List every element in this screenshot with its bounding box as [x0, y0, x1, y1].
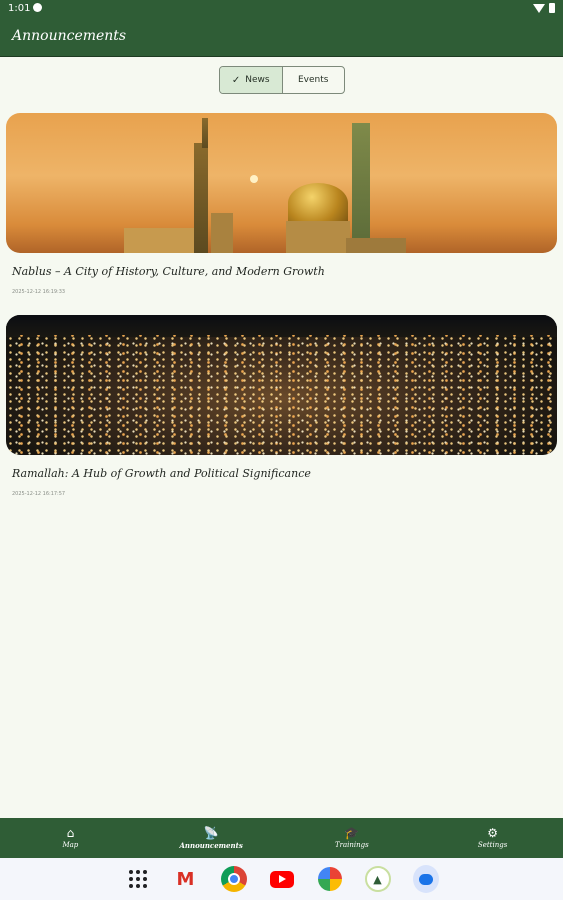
gmail-icon[interactable]: M: [173, 866, 199, 892]
youtube-icon[interactable]: [269, 866, 295, 892]
app-bar: Announcements: [0, 18, 563, 56]
news-title[interactable]: Ramallah: A Hub of Growth and Political …: [12, 467, 311, 480]
broadcast-icon: 📡: [203, 825, 219, 840]
home-icon: ⌂: [66, 826, 75, 840]
gear-icon: ⚙: [487, 826, 498, 840]
nav-map[interactable]: ⌂ Map: [0, 818, 141, 858]
battery-icon: [549, 3, 555, 13]
nav-trainings[interactable]: 🎓 Trainings: [282, 818, 423, 858]
minaret-tip: [202, 118, 208, 148]
nav-map-label: Map: [62, 841, 79, 849]
building: [211, 213, 233, 253]
system-taskbar: M ▲: [0, 858, 563, 900]
nav-trainings-label: Trainings: [334, 841, 369, 849]
nav-announcements-label: Announcements: [179, 840, 243, 850]
status-icons: [533, 3, 555, 13]
nav-settings[interactable]: ⚙ Settings: [422, 818, 563, 858]
minaret: [194, 143, 208, 253]
golden-dome: [288, 183, 348, 223]
building: [124, 228, 194, 253]
news-card[interactable]: Ramallah: A Hub of Growth and Political …: [6, 315, 557, 505]
photos-icon[interactable]: [317, 866, 343, 892]
nav-settings-label: Settings: [477, 841, 508, 849]
segment-events[interactable]: Events: [283, 67, 345, 93]
messages-icon[interactable]: [412, 865, 439, 893]
app-shortcut-icon[interactable]: ▲: [364, 866, 391, 892]
mosque-body: [286, 221, 350, 253]
status-bar: 1:01: [0, 0, 563, 18]
page-title: Announcements: [12, 28, 127, 44]
app-drawer-icon[interactable]: [125, 866, 151, 892]
news-date: 2025-12-12 16:17:57: [12, 491, 66, 497]
minaret: [352, 123, 370, 253]
sun: [250, 175, 258, 183]
nav-announcements[interactable]: 📡 Announcements: [141, 818, 282, 858]
news-card[interactable]: Nablus – A City of History, Culture, and…: [6, 113, 557, 303]
news-title[interactable]: Nablus – A City of History, Culture, and…: [12, 265, 325, 278]
segment-events-label: Events: [298, 75, 329, 85]
night-sky: [6, 315, 557, 337]
graduation-cap-icon: 🎓: [344, 826, 360, 840]
city-lights: [6, 335, 557, 455]
building: [346, 238, 406, 253]
app-bar-divider: [0, 56, 563, 57]
check-icon: ✓: [231, 74, 241, 86]
bottom-navigation: ⌂ Map 📡 Announcements 🎓 Trainings ⚙ Sett…: [0, 818, 563, 858]
news-date: 2025-12-12 16:19:33: [12, 289, 66, 295]
notification-icon: [33, 3, 42, 12]
wifi-icon: [533, 3, 545, 13]
chrome-icon[interactable]: [220, 866, 247, 892]
status-time: 1:01: [8, 3, 31, 14]
news-image-mosque-sunset[interactable]: [6, 113, 557, 253]
segment-news[interactable]: ✓ News: [220, 67, 283, 93]
news-image-city-night[interactable]: [6, 315, 557, 455]
segment-news-label: News: [245, 75, 270, 85]
news-events-toggle: ✓ News Events: [219, 66, 345, 94]
